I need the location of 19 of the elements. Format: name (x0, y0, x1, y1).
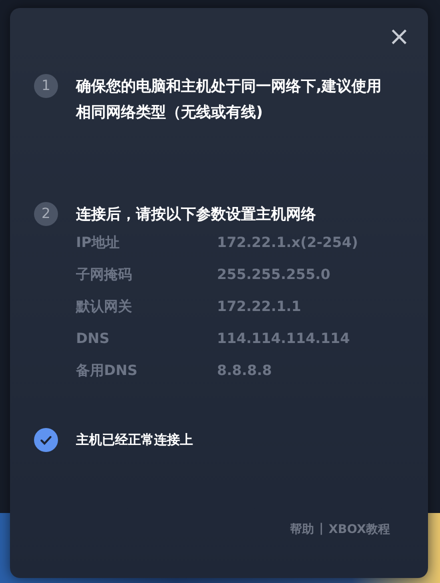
help-link[interactable]: 帮助 (290, 521, 314, 538)
status-text: 主机已经正常连接上 (76, 432, 193, 449)
step-text: 连接后，请按以下参数设置主机网络 (76, 204, 317, 225)
step-number: 2 (34, 202, 58, 226)
step-number: 1 (34, 74, 58, 98)
param-label: DNS (76, 330, 110, 349)
param-label: 默认网关 (76, 298, 133, 317)
param-label: 备用DNS (76, 362, 138, 381)
help-link[interactable]: XBOX教程 (328, 521, 390, 538)
separator: | (319, 521, 324, 537)
param-value: 172.22.1.1 (217, 298, 302, 317)
step-text: 确保您的电脑和主机处于同一网络下,建议使用相同网络类型（无线或有线) (76, 76, 383, 123)
close-button[interactable]: × (384, 22, 414, 52)
param-value: 172.22.1.x(2-254) (217, 234, 360, 253)
param-label: IP地址 (76, 234, 120, 253)
param-value: 8.8.8.8 (217, 362, 273, 381)
param-value: 114.114.114.114 (217, 330, 351, 349)
param-value: 255.255.255.0 (217, 266, 332, 285)
param-label: 子网掩码 (76, 266, 133, 285)
